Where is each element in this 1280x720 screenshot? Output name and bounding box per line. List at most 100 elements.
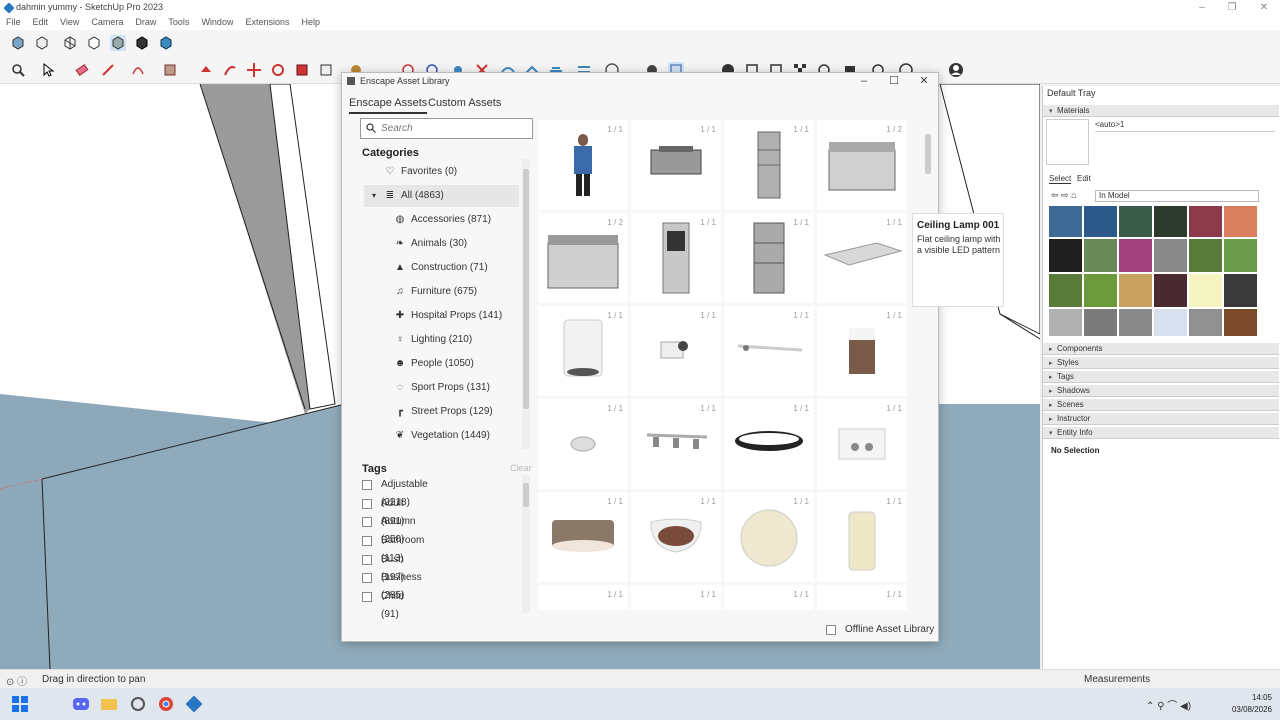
tray-panel-header[interactable]: ▾ Entity Info <box>1043 427 1279 439</box>
category-construction[interactable]: ▲ Construction (71) <box>362 257 522 279</box>
back-edges-icon[interactable] <box>34 35 50 51</box>
monochrome-icon[interactable] <box>158 35 174 51</box>
asset-card[interactable]: 1 / 1 <box>724 306 814 396</box>
material-swatch[interactable] <box>1189 206 1222 237</box>
collection-dropdown[interactable]: In Model <box>1095 190 1259 202</box>
material-swatch[interactable] <box>1189 309 1222 336</box>
category-street-props[interactable]: ┏ Street Props (129) <box>362 401 522 423</box>
material-swatch[interactable] <box>1119 239 1152 272</box>
select-arrow-icon[interactable] <box>40 62 56 78</box>
asset-card[interactable]: 1 / 1 <box>631 585 721 610</box>
tab-enscape-assets[interactable]: Enscape Assets <box>349 97 428 114</box>
material-swatch[interactable] <box>1224 206 1257 237</box>
material-swatch[interactable] <box>1154 274 1187 307</box>
material-swatch[interactable] <box>1084 239 1117 272</box>
scrollbar-thumb[interactable] <box>925 134 931 174</box>
tray-panel-header[interactable]: ▸ Styles <box>1043 357 1279 369</box>
chrome-icon[interactable] <box>158 696 174 712</box>
checkbox[interactable] <box>362 499 372 509</box>
checkbox[interactable] <box>362 573 372 583</box>
material-swatch[interactable] <box>1119 274 1152 307</box>
shaded-icon[interactable] <box>110 35 126 51</box>
asset-card[interactable]: 1 / 1 <box>631 492 721 582</box>
asset-card[interactable]: 1 / 1 <box>538 492 628 582</box>
asset-card[interactable]: 1 / 1 <box>817 306 907 396</box>
asset-card[interactable]: 1 / 1 <box>724 213 814 303</box>
dialog-maximize-icon[interactable]: ☐ <box>884 74 904 88</box>
category-furniture[interactable]: ♫ Furniture (675) <box>362 281 522 303</box>
material-swatch[interactable] <box>1119 206 1152 237</box>
back-arrow-icon[interactable]: ⇦ ⇨ ⌂ <box>1051 190 1077 201</box>
asset-card[interactable]: 1 / 1 <box>724 399 814 489</box>
menu-tools[interactable]: Tools <box>162 16 195 27</box>
menu-view[interactable]: View <box>54 16 85 27</box>
categories-scrollbar[interactable] <box>522 159 530 449</box>
asset-card[interactable]: 1 / 1 <box>538 306 628 396</box>
move-icon[interactable] <box>246 62 262 78</box>
category-all[interactable]: ▾ ≣ All (4863) <box>364 185 519 207</box>
material-swatch[interactable] <box>1189 239 1222 272</box>
search-input[interactable]: Search <box>360 118 533 139</box>
pencil-icon[interactable] <box>100 62 116 78</box>
dialog-title-bar[interactable]: Enscape Asset Library – ☐ ✕ <box>342 73 938 89</box>
asset-card[interactable]: 1 / 1 <box>817 399 907 489</box>
scrollbar-thumb[interactable] <box>523 483 529 507</box>
tags-scrollbar[interactable] <box>522 475 530 613</box>
category-vegetation[interactable]: ❦ Vegetation (1449) <box>362 425 522 447</box>
asset-card[interactable]: 1 / 1 <box>817 213 907 303</box>
tray-panel-header[interactable]: ▸ Shadows <box>1043 385 1279 397</box>
checkbox[interactable] <box>362 536 372 546</box>
asset-card[interactable]: 1 / 1 <box>817 585 907 610</box>
menu-help[interactable]: Help <box>295 16 326 27</box>
eraser-icon[interactable] <box>74 62 90 78</box>
asset-card[interactable]: 1 / 1 <box>631 306 721 396</box>
material-swatch[interactable] <box>1189 274 1222 307</box>
scrollbar-thumb[interactable] <box>523 169 529 409</box>
assets-scrollbar[interactable] <box>924 120 932 610</box>
asset-card[interactable]: 1 / 1 <box>538 585 628 610</box>
material-swatch[interactable] <box>1224 274 1257 307</box>
material-swatch[interactable] <box>1049 239 1082 272</box>
category-accessories[interactable]: ◍ Accessories (871) <box>362 209 522 231</box>
material-swatch[interactable] <box>1084 309 1117 336</box>
offset-icon[interactable] <box>318 62 334 78</box>
asset-card[interactable]: 1 / 2 <box>538 213 628 303</box>
hidden-line-icon[interactable] <box>86 35 102 51</box>
account-icon[interactable] <box>948 62 964 78</box>
material-swatch[interactable] <box>1224 309 1257 336</box>
discord-icon[interactable] <box>72 696 90 712</box>
checkbox[interactable] <box>362 592 372 602</box>
category-lighting[interactable]: ♀ Lighting (210) <box>362 329 522 351</box>
checkbox[interactable] <box>362 517 372 527</box>
asset-card[interactable]: 1 / 1 <box>538 399 628 489</box>
material-swatch[interactable] <box>1084 206 1117 237</box>
menu-edit[interactable]: Edit <box>27 16 55 27</box>
tray-panel-header[interactable]: ▸ Scenes <box>1043 399 1279 411</box>
category-hospital-props[interactable]: ✚ Hospital Props (141) <box>362 305 522 327</box>
sketchup-taskbar-icon[interactable] <box>186 696 202 712</box>
rotate-icon[interactable] <box>270 62 286 78</box>
asset-card[interactable]: 1 / 1 <box>631 213 721 303</box>
xray-style-icon[interactable] <box>10 35 26 51</box>
category-favorites[interactable]: ♡ Favorites (0) <box>362 161 522 183</box>
menu-extensions[interactable]: Extensions <box>239 16 295 27</box>
category-people[interactable]: ☻ People (1050) <box>362 353 522 375</box>
dialog-close-icon[interactable]: ✕ <box>914 74 934 88</box>
dialog-minimize-icon[interactable]: – <box>854 74 874 88</box>
asset-card[interactable]: 1 / 2 <box>817 120 907 210</box>
restore-icon[interactable]: ❐ <box>1216 0 1248 16</box>
material-name-field[interactable]: <auto>1 <box>1095 120 1275 132</box>
minimize-icon[interactable]: – <box>1186 0 1218 16</box>
wireframe-icon[interactable] <box>62 35 78 51</box>
asset-card[interactable]: 1 / 1 <box>631 399 721 489</box>
asset-card[interactable]: 1 / 1 <box>724 585 814 610</box>
tags-clear-link[interactable]: Clear <box>510 463 532 473</box>
asset-card[interactable]: 1 / 1 <box>631 120 721 210</box>
menu-file[interactable]: File <box>0 16 27 27</box>
follow-me-icon[interactable] <box>222 62 238 78</box>
tray-panel-header[interactable]: ▸ Instructor <box>1043 413 1279 425</box>
material-swatch[interactable] <box>1084 274 1117 307</box>
asset-card[interactable]: 1 / 1 <box>724 120 814 210</box>
arc-icon[interactable] <box>130 62 146 78</box>
material-swatch[interactable] <box>1224 239 1257 272</box>
